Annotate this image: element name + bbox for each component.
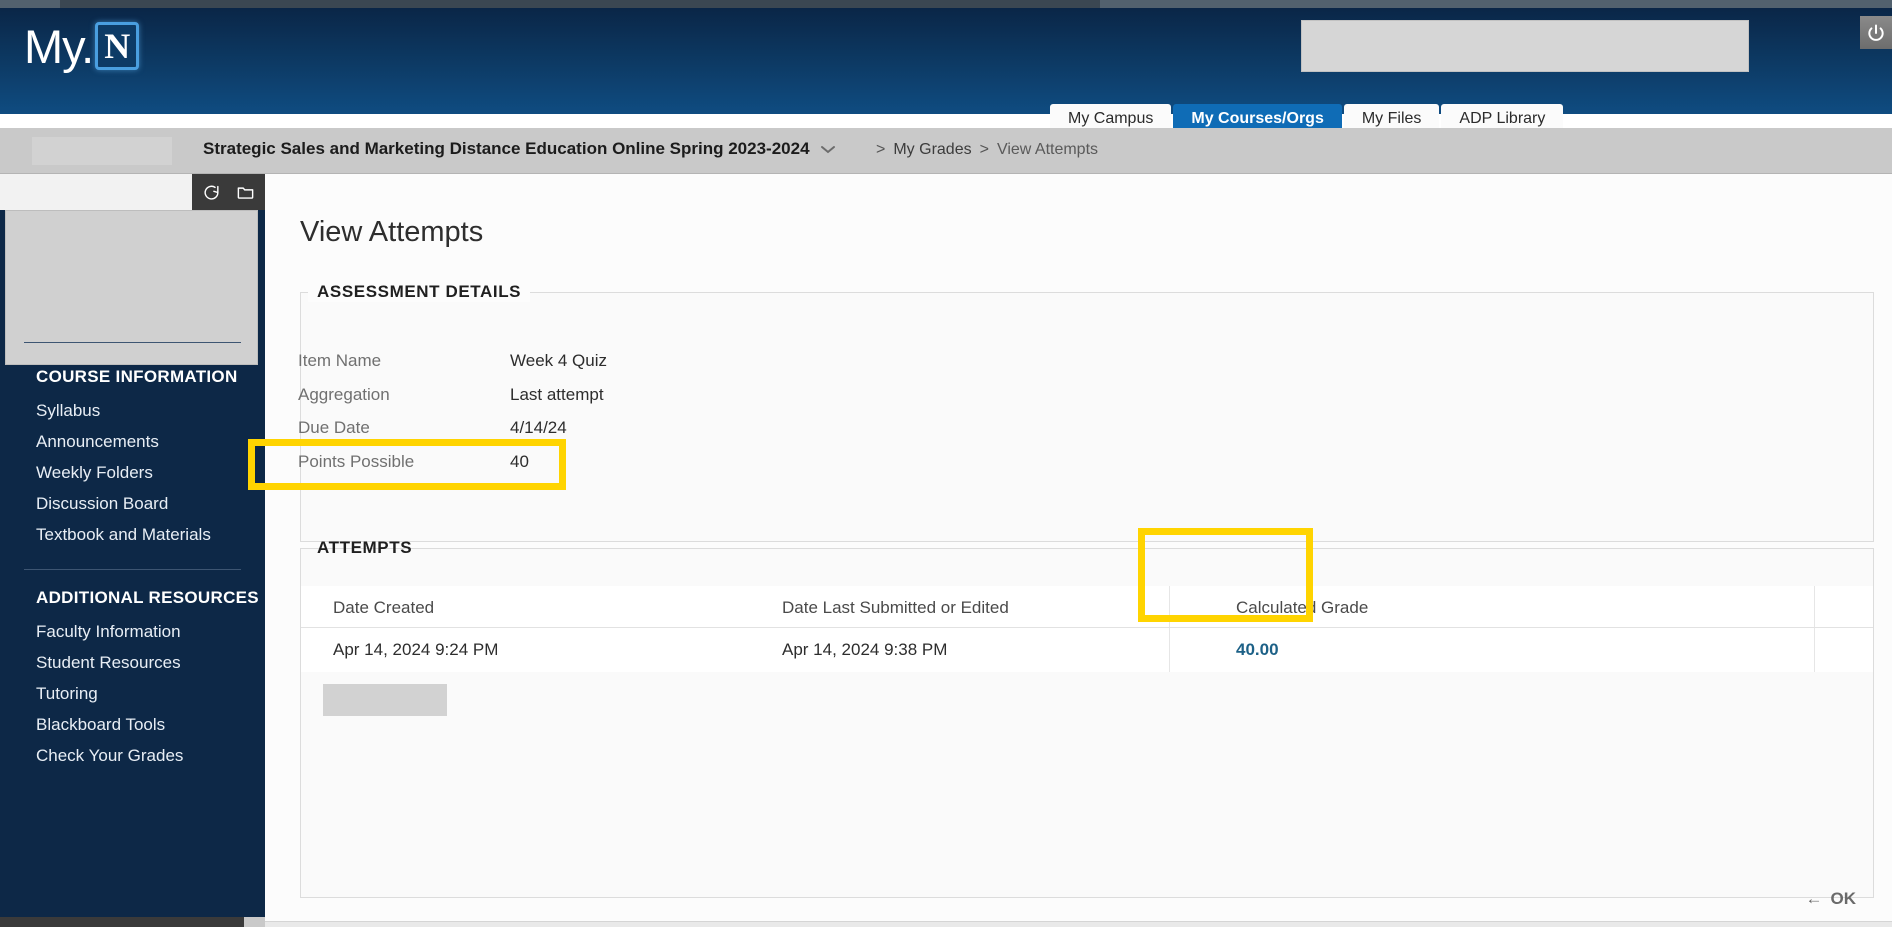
table-row[interactable]: Apr 14, 2024 9:24 PM Apr 14, 2024 9:38 P… [301, 628, 1873, 716]
sidebar-item-announcements[interactable]: Announcements [36, 432, 159, 452]
detail-label-aggregation: Aggregation [298, 384, 390, 404]
breadcrumb-separator-1: > [876, 141, 886, 158]
detail-value-aggregation: Last attempt [510, 384, 604, 404]
folder-icon[interactable] [235, 183, 256, 202]
sidebar-item-faculty-information[interactable]: Faculty Information [36, 622, 181, 642]
detail-value-due-date: 4/14/24 [510, 417, 567, 437]
sidebar-item-syllabus[interactable]: Syllabus [36, 401, 100, 421]
table-header-row: Date Created Date Last Submitted or Edit… [301, 586, 1873, 628]
breadcrumb-redacted-box [32, 137, 172, 165]
sidebar-tool-buttons [192, 174, 265, 210]
ok-button-label: OK [1830, 889, 1857, 908]
sidebar-item-blackboard-tools[interactable]: Blackboard Tools [36, 715, 165, 735]
sidebar-item-tutoring[interactable]: Tutoring [36, 684, 98, 704]
sidebar-bottom-strip [0, 917, 265, 927]
back-arrow-icon: ← [1805, 889, 1823, 908]
column-header-calculated-grade: Calculated Grade [1236, 598, 1369, 617]
course-sidebar: COURSE INFORMATION Syllabus Announcement… [0, 174, 265, 927]
sidebar-section-additional-resources: ADDITIONAL RESOURCES [36, 588, 259, 607]
breadcrumb-bar: Strategic Sales and Marketing Distance E… [0, 128, 1892, 174]
browser-tab-strip [60, 0, 1100, 8]
logo-text: My. [24, 19, 94, 73]
ok-button[interactable]: ← OK [1806, 889, 1857, 909]
cell-calculated-grade: 40.00 [1236, 640, 1279, 659]
page-title: View Attempts [300, 216, 484, 248]
detail-value-item-name: Week 4 Quiz [510, 350, 608, 370]
sidebar-divider-2 [24, 569, 241, 570]
column-header-date-created: Date Created [333, 598, 435, 617]
chevron-down-icon[interactable] [818, 142, 838, 159]
table-row-redacted-box [323, 684, 447, 716]
refresh-icon[interactable] [202, 183, 221, 202]
logout-power-button[interactable] [1860, 16, 1892, 49]
column-header-date-last-submitted: Date Last Submitted or Edited [782, 598, 1009, 617]
detail-label-points-possible: Points Possible [298, 451, 415, 471]
breadcrumb-current-page: View Attempts [996, 141, 1099, 158]
content-bottom-edge [265, 921, 1892, 927]
sidebar-item-weekly-folders[interactable]: Weekly Folders [36, 463, 153, 483]
attempts-table: Date Created Date Last Submitted or Edit… [301, 586, 1873, 716]
sidebar-top-bar [0, 174, 265, 210]
breadcrumb-separator-2: > [979, 141, 989, 158]
main-content: View Attempts ASSESSMENT DETAILS Item Na… [265, 174, 1892, 927]
detail-row-due-date: Due Date 4/14/24 [266, 411, 1838, 444]
sidebar-item-check-your-grades[interactable]: Check Your Grades [36, 746, 183, 766]
breadcrumb-link-my-grades[interactable]: My Grades [893, 141, 971, 159]
sidebar-item-textbook-and-materials[interactable]: Textbook and Materials [36, 525, 211, 545]
breadcrumb: > My Grades > View Attempts [876, 141, 1098, 159]
header-redacted-box [1301, 20, 1749, 72]
detail-label-due-date: Due Date [298, 417, 370, 437]
logo-mark-letter: N [104, 26, 131, 66]
assessment-details-legend: ASSESSMENT DETAILS [308, 282, 531, 302]
site-header: My. N My Campus My Courses/Orgs My Files… [0, 8, 1892, 151]
sidebar-item-student-resources[interactable]: Student Resources [36, 653, 181, 673]
cell-date-created[interactable]: Apr 14, 2024 9:24 PM [333, 640, 498, 660]
breadcrumb-course-title: Strategic Sales and Marketing Distance E… [203, 139, 810, 158]
detail-value-points-possible: 40 [510, 451, 529, 471]
detail-row-points-possible: Points Possible 40 [266, 445, 1838, 478]
logo-mark-icon: N [95, 22, 140, 70]
sidebar-section-course-information: COURSE INFORMATION [36, 367, 238, 386]
attempts-legend: ATTEMPTS [317, 538, 413, 557]
sidebar-bottom-strip-inner [244, 917, 265, 927]
sidebar-item-discussion-board[interactable]: Discussion Board [36, 494, 168, 514]
detail-row-aggregation: Aggregation Last attempt [266, 378, 1838, 411]
sidebar-divider-1 [24, 342, 241, 343]
cell-date-last-submitted: Apr 14, 2024 9:38 PM [782, 640, 948, 659]
detail-row-item-name: Item Name Week 4 Quiz [266, 344, 1838, 377]
detail-label-item-name: Item Name [298, 350, 382, 370]
site-logo[interactable]: My. N [24, 19, 140, 73]
browser-chrome-strip [0, 0, 1892, 8]
